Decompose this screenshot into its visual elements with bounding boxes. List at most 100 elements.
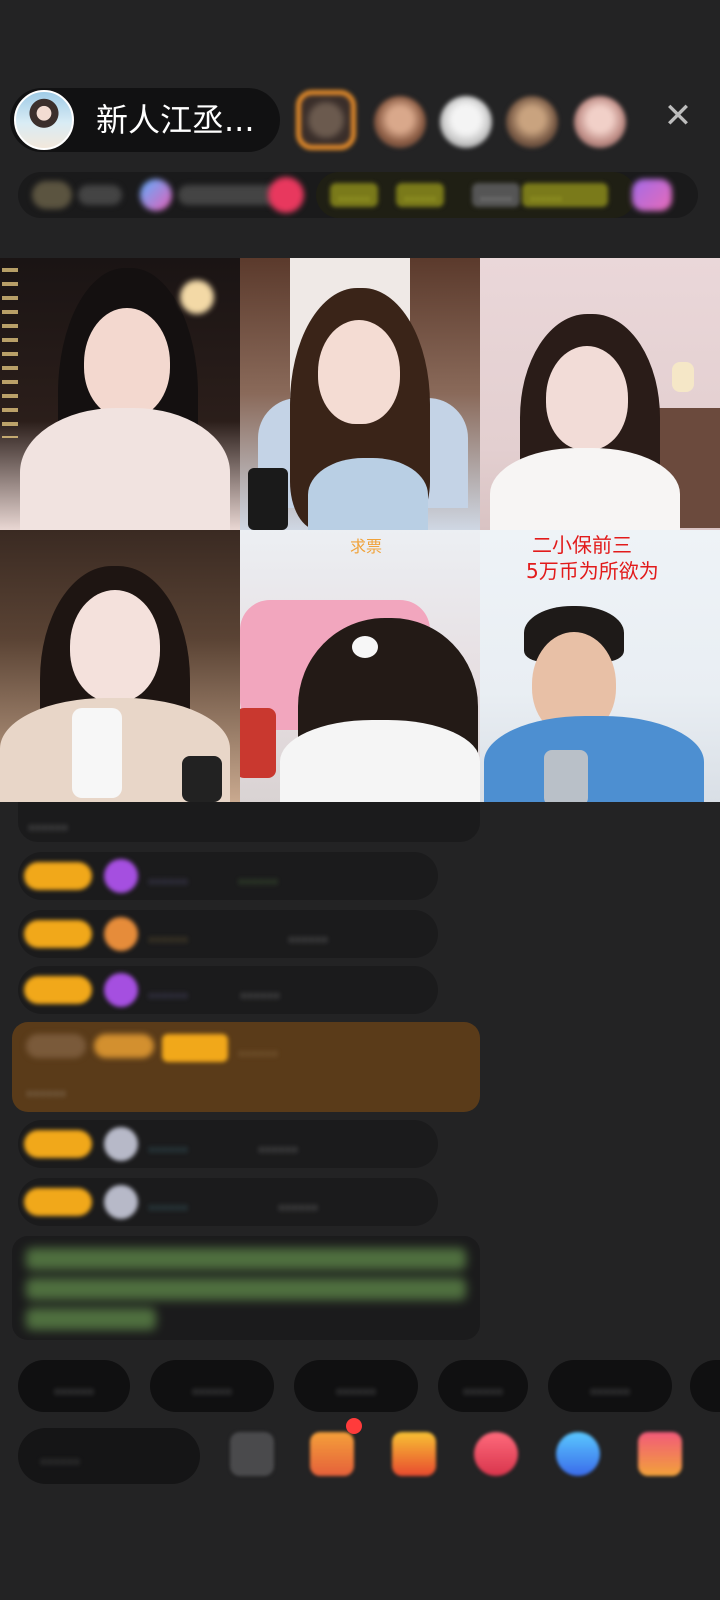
- host-info-pill[interactable]: 新人江丞...: [10, 88, 280, 152]
- face: [318, 320, 400, 424]
- quick-reply-chip[interactable]: ……: [438, 1360, 528, 1412]
- chat-username[interactable]: ……: [148, 864, 188, 888]
- body: [280, 720, 480, 802]
- chat-bubble-icon[interactable]: [556, 1432, 600, 1476]
- heart-icon[interactable]: [268, 177, 304, 213]
- notice-line: [26, 1308, 156, 1330]
- body: [490, 448, 680, 530]
- microphone: [248, 468, 288, 530]
- rank-tag-row[interactable]: …… …… …… ……: [18, 172, 698, 218]
- chat-message[interactable]: …… ……: [18, 910, 438, 958]
- hair-clip: [352, 636, 378, 658]
- face: [546, 346, 628, 450]
- chat-text: ……: [258, 1132, 298, 1156]
- tag: ……: [396, 183, 444, 207]
- top-viewer-avatar[interactable]: [506, 96, 558, 148]
- chat-text: ……: [28, 810, 68, 834]
- tile-caption-line-2: 5万币为所欲为: [526, 559, 659, 583]
- chat-username[interactable]: ……: [148, 1190, 188, 1214]
- quick-reply-chip[interactable]: ……: [294, 1360, 418, 1412]
- level-badge: [24, 1130, 92, 1158]
- more-icon[interactable]: [638, 1432, 682, 1476]
- microphone: [544, 750, 588, 802]
- host-name[interactable]: 新人江丞...: [96, 102, 255, 138]
- comment-input[interactable]: ……: [18, 1428, 200, 1484]
- quick-reply-chip[interactable]: ……: [150, 1360, 274, 1412]
- diamond-icon: [104, 859, 138, 893]
- top-viewer-avatar[interactable]: [574, 96, 626, 148]
- level-badge: [24, 862, 92, 890]
- level-badge: [24, 920, 92, 948]
- rank-text: [78, 185, 122, 205]
- chat-message[interactable]: …… ……: [18, 966, 438, 1014]
- lamp: [672, 362, 694, 392]
- cup: [72, 708, 122, 798]
- notification-dot: [346, 1418, 362, 1434]
- host-avatar[interactable]: [14, 90, 74, 150]
- notice-line: [26, 1248, 466, 1270]
- quick-reply-chip[interactable]: ……: [18, 1360, 130, 1412]
- lamp: [180, 280, 214, 314]
- tag: ……: [472, 183, 520, 207]
- body: [484, 716, 704, 802]
- quick-reply-chip[interactable]: ……: [548, 1360, 672, 1412]
- comment-placeholder: ……: [40, 1444, 80, 1468]
- fans-text: [178, 185, 278, 205]
- chat-text: ……: [240, 978, 280, 1002]
- fan-badge: [162, 1034, 228, 1062]
- user-avatar[interactable]: [104, 1127, 138, 1161]
- chat-message[interactable]: …… ……: [18, 1178, 438, 1226]
- microphone: [182, 756, 222, 802]
- fans-icon: [140, 179, 172, 211]
- tile-caption: 求票: [350, 537, 383, 556]
- body: [20, 408, 230, 530]
- level-badge: [24, 976, 92, 1004]
- chat-text: ……: [26, 1076, 66, 1100]
- string-lights: [2, 268, 18, 438]
- video-tile[interactable]: 二小保前三 5万币为所欲为: [480, 530, 720, 802]
- close-icon[interactable]: ✕: [660, 98, 696, 134]
- emoji-icon[interactable]: [230, 1432, 274, 1476]
- red-packet-icon[interactable]: [474, 1432, 518, 1476]
- chat-message[interactable]: …… ……: [18, 1120, 438, 1168]
- top-viewer-avatar[interactable]: [440, 96, 492, 148]
- chat-username[interactable]: ……: [148, 1132, 188, 1156]
- top-viewer-avatar[interactable]: [374, 96, 426, 148]
- badge-icon[interactable]: [632, 179, 672, 211]
- video-tile[interactable]: [480, 258, 720, 530]
- face: [70, 590, 160, 702]
- chat-username[interactable]: ……: [148, 922, 188, 946]
- chat-message[interactable]: ……: [18, 802, 480, 842]
- video-tile[interactable]: 求票: [240, 530, 480, 802]
- chat-text: ……: [238, 864, 278, 888]
- rank-icon: [32, 181, 72, 209]
- video-tile[interactable]: [0, 258, 240, 530]
- tag: ……: [330, 183, 378, 207]
- video-tile[interactable]: [0, 530, 240, 802]
- top-viewer-avatar[interactable]: [296, 90, 356, 150]
- gift-box-icon[interactable]: [310, 1432, 354, 1476]
- tag: ……: [522, 183, 608, 207]
- quick-reply-chip[interactable]: [690, 1360, 720, 1412]
- vip-badge: [94, 1034, 154, 1058]
- system-message[interactable]: …… ……: [12, 1022, 480, 1112]
- chat-text: ……: [278, 1190, 318, 1214]
- chat-username[interactable]: ……: [148, 978, 188, 1002]
- notice-line: [26, 1278, 466, 1300]
- face: [84, 308, 170, 418]
- fan-badge-icon: [104, 917, 138, 951]
- tile-caption-line-1: 二小保前三: [532, 533, 632, 557]
- body: [308, 458, 428, 530]
- video-tile[interactable]: [240, 258, 480, 530]
- chat-text: ……: [288, 922, 328, 946]
- chat-message[interactable]: …… ……: [18, 852, 438, 900]
- treasure-icon[interactable]: [392, 1432, 436, 1476]
- level-badge: [26, 1034, 86, 1058]
- tag-strip[interactable]: …… …… …… ……: [316, 172, 636, 218]
- diamond-icon: [104, 973, 138, 1007]
- chat-username[interactable]: ……: [238, 1036, 278, 1060]
- welcome-message: [12, 1236, 480, 1340]
- mascot-sticker: [240, 708, 276, 778]
- level-badge: [24, 1188, 92, 1216]
- user-avatar[interactable]: [104, 1185, 138, 1219]
